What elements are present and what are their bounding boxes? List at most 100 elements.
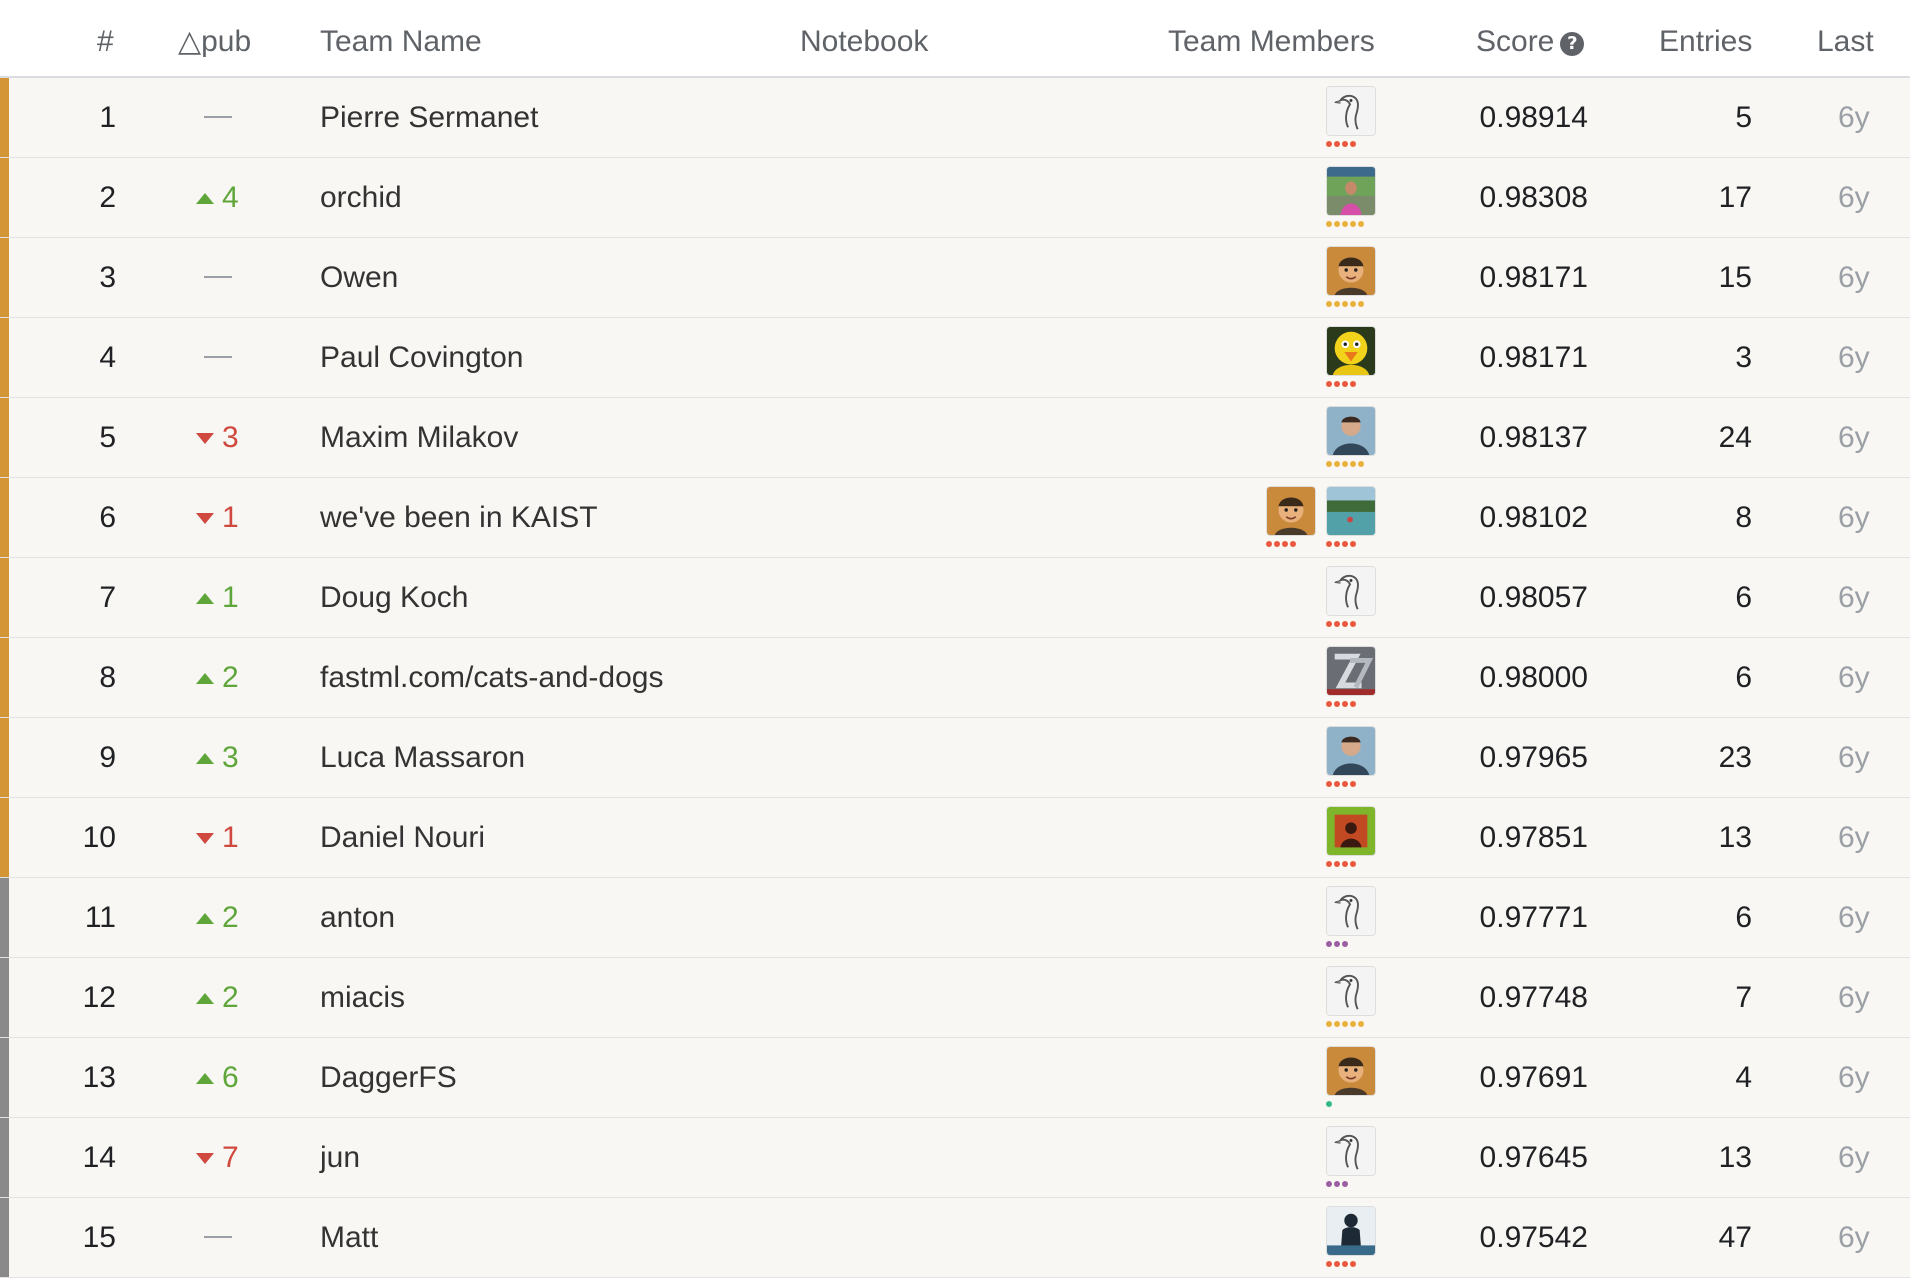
team-members (1240, 798, 1376, 878)
team-name-link[interactable]: Doug Koch (320, 558, 468, 638)
team-name-link[interactable]: Maxim Milakov (320, 398, 518, 478)
entries-cell: 13 (1718, 1141, 1752, 1174)
last-cell: 6y (1838, 1221, 1870, 1254)
tier-dots-icon (1326, 701, 1356, 707)
goose-icon[interactable] (1326, 566, 1376, 616)
score-cell: 0.97771 (1479, 901, 1588, 934)
column-entries[interactable]: Entries (1659, 22, 1752, 62)
delta-cell: 1 (196, 558, 239, 638)
score-cell: 0.98914 (1479, 101, 1588, 134)
leaderboard-row[interactable]: 8 2 fastml.com/cats-and-dogs 0.98000 6 6y (0, 638, 1910, 718)
leaderboard-row[interactable]: 6 1 we've been in KAIST 0.98102 8 6y (0, 478, 1910, 558)
column-delta[interactable]: △pub (178, 22, 251, 62)
last-cell: 6y (1838, 1141, 1870, 1174)
entries-cell: 6 (1735, 661, 1752, 694)
team-name-link[interactable]: Pierre Sermanet (320, 78, 538, 158)
delta-value: 3 (222, 421, 239, 454)
score-cell: 0.97965 (1479, 741, 1588, 774)
arrow-down-icon (196, 833, 214, 844)
leaderboard-row[interactable]: 4 Paul Covington 0.98171 3 6y (0, 318, 1910, 398)
goose-icon[interactable] (1326, 966, 1376, 1016)
delta-cell: 2 (196, 958, 239, 1038)
column-score-label: Score (1476, 25, 1555, 58)
team-members (1240, 478, 1376, 558)
leaderboard-row[interactable]: 13 6 DaggerFS 0.97691 4 6y (0, 1038, 1910, 1118)
team-members (1240, 878, 1376, 958)
team-name-link[interactable]: Luca Massaron (320, 718, 525, 798)
photo-face-icon[interactable] (1266, 486, 1316, 536)
team-name-link[interactable]: Matt (320, 1198, 378, 1278)
column-last[interactable]: Last (1817, 22, 1874, 62)
leaderboard-row[interactable]: 5 3 Maxim Milakov 0.98137 24 6y (0, 398, 1910, 478)
leaderboard-row[interactable]: 2 4 orchid 0.98308 17 6y (0, 158, 1910, 238)
entries-cell: 6 (1735, 581, 1752, 614)
entries-cell: 7 (1735, 981, 1752, 1014)
entries-cell: 17 (1718, 181, 1752, 214)
leaderboard-row[interactable]: 14 7 jun 0.97645 13 6y (0, 1118, 1910, 1198)
leaderboard-row[interactable]: 1 Pierre Sermanet 0.98914 5 6y (0, 78, 1910, 158)
photo-person-icon[interactable] (1326, 166, 1376, 216)
leaderboard-row[interactable]: 3 Owen 0.98171 15 6y (0, 238, 1910, 318)
team-name-link[interactable]: Owen (320, 238, 398, 318)
last-cell: 6y (1838, 821, 1870, 854)
team-name-link[interactable]: DaggerFS (320, 1038, 457, 1118)
rank-cell: 5 (99, 421, 116, 454)
photo-landscape-icon[interactable] (1326, 486, 1376, 536)
team-members (1240, 1198, 1376, 1278)
delta-value: 2 (222, 661, 239, 694)
team-name-link[interactable]: Paul Covington (320, 318, 523, 398)
team-members (1240, 238, 1376, 318)
team-name-link[interactable]: we've been in KAIST (320, 478, 598, 558)
logo-z-icon[interactable] (1326, 646, 1376, 696)
tier-dots-icon (1326, 621, 1356, 627)
rank-cell: 1 (99, 101, 116, 134)
team-members (1240, 558, 1376, 638)
leaderboard-row[interactable]: 15 Matt 0.97542 47 6y (0, 1198, 1910, 1278)
entries-cell: 15 (1718, 261, 1752, 294)
rank-cell: 3 (99, 261, 116, 294)
leaderboard-row[interactable]: 12 2 miacis 0.97748 7 6y (0, 958, 1910, 1038)
photo-face-icon[interactable] (1326, 246, 1376, 296)
photo-portrait-icon[interactable] (1326, 726, 1376, 776)
entries-cell: 4 (1735, 1061, 1752, 1094)
score-cell: 0.97691 (1479, 1061, 1588, 1094)
silhouette-icon[interactable] (1326, 806, 1376, 856)
tier-dots-icon (1326, 461, 1364, 467)
leaderboard-row[interactable]: 10 1 Daniel Nouri 0.97851 13 6y (0, 798, 1910, 878)
tier-dots-icon (1326, 221, 1364, 227)
team-name-link[interactable]: miacis (320, 958, 405, 1038)
team-name-link[interactable]: fastml.com/cats-and-dogs (320, 638, 663, 718)
leaderboard-row[interactable]: 9 3 Luca Massaron 0.97965 23 6y (0, 718, 1910, 798)
photo-portrait-icon[interactable] (1326, 406, 1376, 456)
help-icon[interactable]: ? (1560, 32, 1585, 56)
leaderboard-row[interactable]: 11 2 anton 0.97771 6 6y (0, 878, 1910, 958)
team-name-link[interactable]: anton (320, 878, 395, 958)
delta-value: 2 (222, 901, 239, 934)
delta-value: 1 (222, 581, 239, 614)
tier-dots-icon (1326, 541, 1356, 547)
leaderboard-row[interactable]: 7 1 Doug Koch 0.98057 6 6y (0, 558, 1910, 638)
big-bird-icon[interactable] (1326, 326, 1376, 376)
last-cell: 6y (1838, 661, 1870, 694)
entries-cell: 3 (1735, 341, 1752, 374)
arrow-up-icon (196, 593, 214, 604)
no-change-dash-icon (204, 356, 232, 358)
tier-dots-icon (1326, 1261, 1356, 1267)
team-name-link[interactable]: jun (320, 1118, 360, 1198)
team-members (1240, 958, 1376, 1038)
team-name-link[interactable]: Daniel Nouri (320, 798, 485, 878)
team-name-link[interactable]: orchid (320, 158, 402, 238)
column-score[interactable]: Score? (1476, 22, 1585, 62)
goose-icon[interactable] (1326, 886, 1376, 936)
team-members (1240, 398, 1376, 478)
goose-icon[interactable] (1326, 86, 1376, 136)
delta-cell: 1 (196, 798, 239, 878)
column-team-name[interactable]: Team Name (320, 22, 482, 62)
photo-statue-icon[interactable] (1326, 1206, 1376, 1256)
photo-face-icon[interactable] (1326, 1046, 1376, 1096)
score-cell: 0.98171 (1479, 341, 1588, 374)
goose-icon[interactable] (1326, 1126, 1376, 1176)
score-cell: 0.98308 (1479, 181, 1588, 214)
entries-cell: 5 (1735, 101, 1752, 134)
column-rank[interactable]: # (97, 22, 114, 62)
